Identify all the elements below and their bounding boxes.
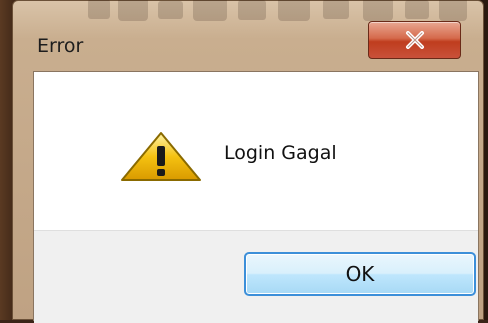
close-button[interactable] xyxy=(368,21,461,59)
warning-icon xyxy=(121,132,201,181)
ok-button[interactable]: OK xyxy=(244,252,476,296)
window-title: Error xyxy=(37,35,84,57)
error-dialog-window: Error Login Gagal OK xyxy=(12,0,484,323)
error-message: Login Gagal xyxy=(224,142,337,164)
dialog-client-area: Login Gagal OK xyxy=(33,71,479,323)
close-icon xyxy=(406,31,424,49)
